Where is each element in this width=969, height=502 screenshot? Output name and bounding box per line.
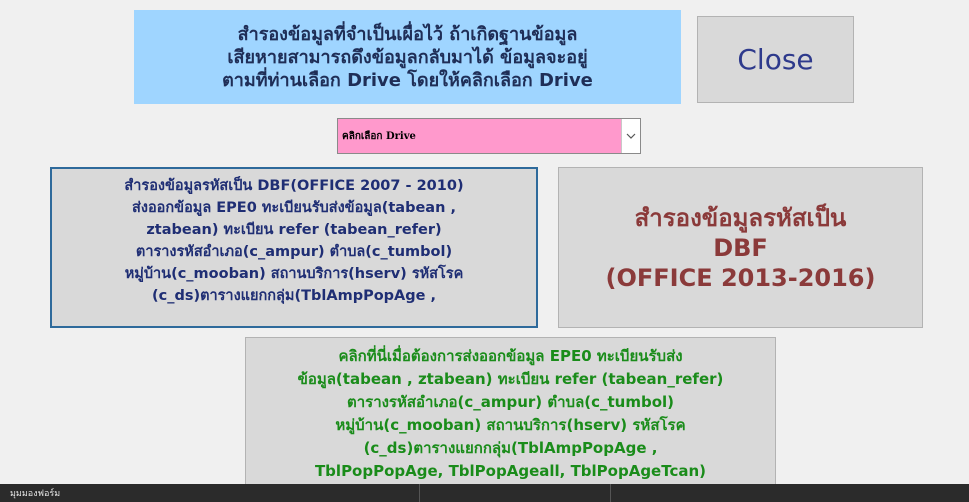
status-bar: มุมมองฟอร์ม [0,484,969,502]
info-line-3: ตามที่ท่านเลือก Drive โดยให้คลิกเลือก Dr… [222,69,593,91]
backup-dbf-office-2013-button[interactable]: สำรองข้อมูลรหัสเป็น DBF (OFFICE 2013-201… [558,167,923,328]
backup-dbf-office-2007-button[interactable]: สำรองข้อมูลรหัสเป็น DBF(OFFICE 2007 - 20… [50,167,538,328]
backup-old-line-1: สำรองข้อมูลรหัสเป็น DBF(OFFICE 2007 - 20… [124,178,464,194]
backup-info-banner: สำรองข้อมูลที่จำเป็นเผื่อไว้ ถ้าเกิดฐานข… [134,10,681,104]
backup-new-line-1: สำรองข้อมูลรหัสเป็น [634,203,847,232]
export-epe0-button[interactable]: คลิกที่นี่เมื่อต้องการส่งออกข้อมูล EPE0 … [245,337,776,497]
drive-select[interactable]: คลิกเลือก Drive [337,118,641,154]
export-line-6: TblPopPopAge, TblPopAgeall, TblPopAgeTca… [314,462,707,480]
info-line-2: เสียหายสามารถดึงข้อมูลกลับมาได้ ข้อมูลจะ… [227,46,588,68]
backup-old-line-4: ตารางรหัสอำเภอ(c_ampur) ตำบล(c_tumbol) [135,244,453,260]
backup-new-line-3: (OFFICE 2013-2016) [605,263,876,292]
export-line-3: ตารางรหัสอำเภอ(c_ampur) ตำบล(c_tumbol) [346,393,675,411]
info-line-1: สำรองข้อมูลที่จำเป็นเผื่อไว้ ถ้าเกิดฐานข… [237,23,578,45]
export-line-1: คลิกที่นี่เมื่อต้องการส่งออกข้อมูล EPE0 … [338,347,683,365]
status-text: มุมมองฟอร์ม [0,484,420,502]
backup-old-line-3: ztabean) ทะเบียน refer (tabean_refer) [146,222,442,238]
drive-select-value[interactable] [456,119,622,153]
status-segment [420,484,611,502]
chevron-down-icon[interactable] [621,119,640,153]
export-line-2: ข้อมูล(tabean , ztabean) ทะเบียน refer (… [297,370,724,388]
drive-select-label: คลิกเลือก Drive [338,119,456,153]
export-line-4: หมู่บ้าน(c_mooban) สถานบริการ(hserv) รหั… [335,416,686,434]
backup-new-line-2: DBF [713,233,768,262]
backup-old-line-2: ส่งออกข้อมูล EPE0 ทะเบียนรับส่งข้อมูล(ta… [132,200,456,216]
close-button[interactable]: Close [697,16,854,103]
backup-old-line-6: (c_ds)ตารางแยกกลุ่ม(TblAmpPopAge , [151,288,437,304]
export-line-5: (c_ds)ตารางแยกกลุ่ม(TblAmpPopAge , [363,439,658,457]
backup-old-line-5: หมู่บ้าน(c_mooban) สถานบริการ(hserv) รหั… [124,266,464,282]
status-segment [611,484,969,502]
